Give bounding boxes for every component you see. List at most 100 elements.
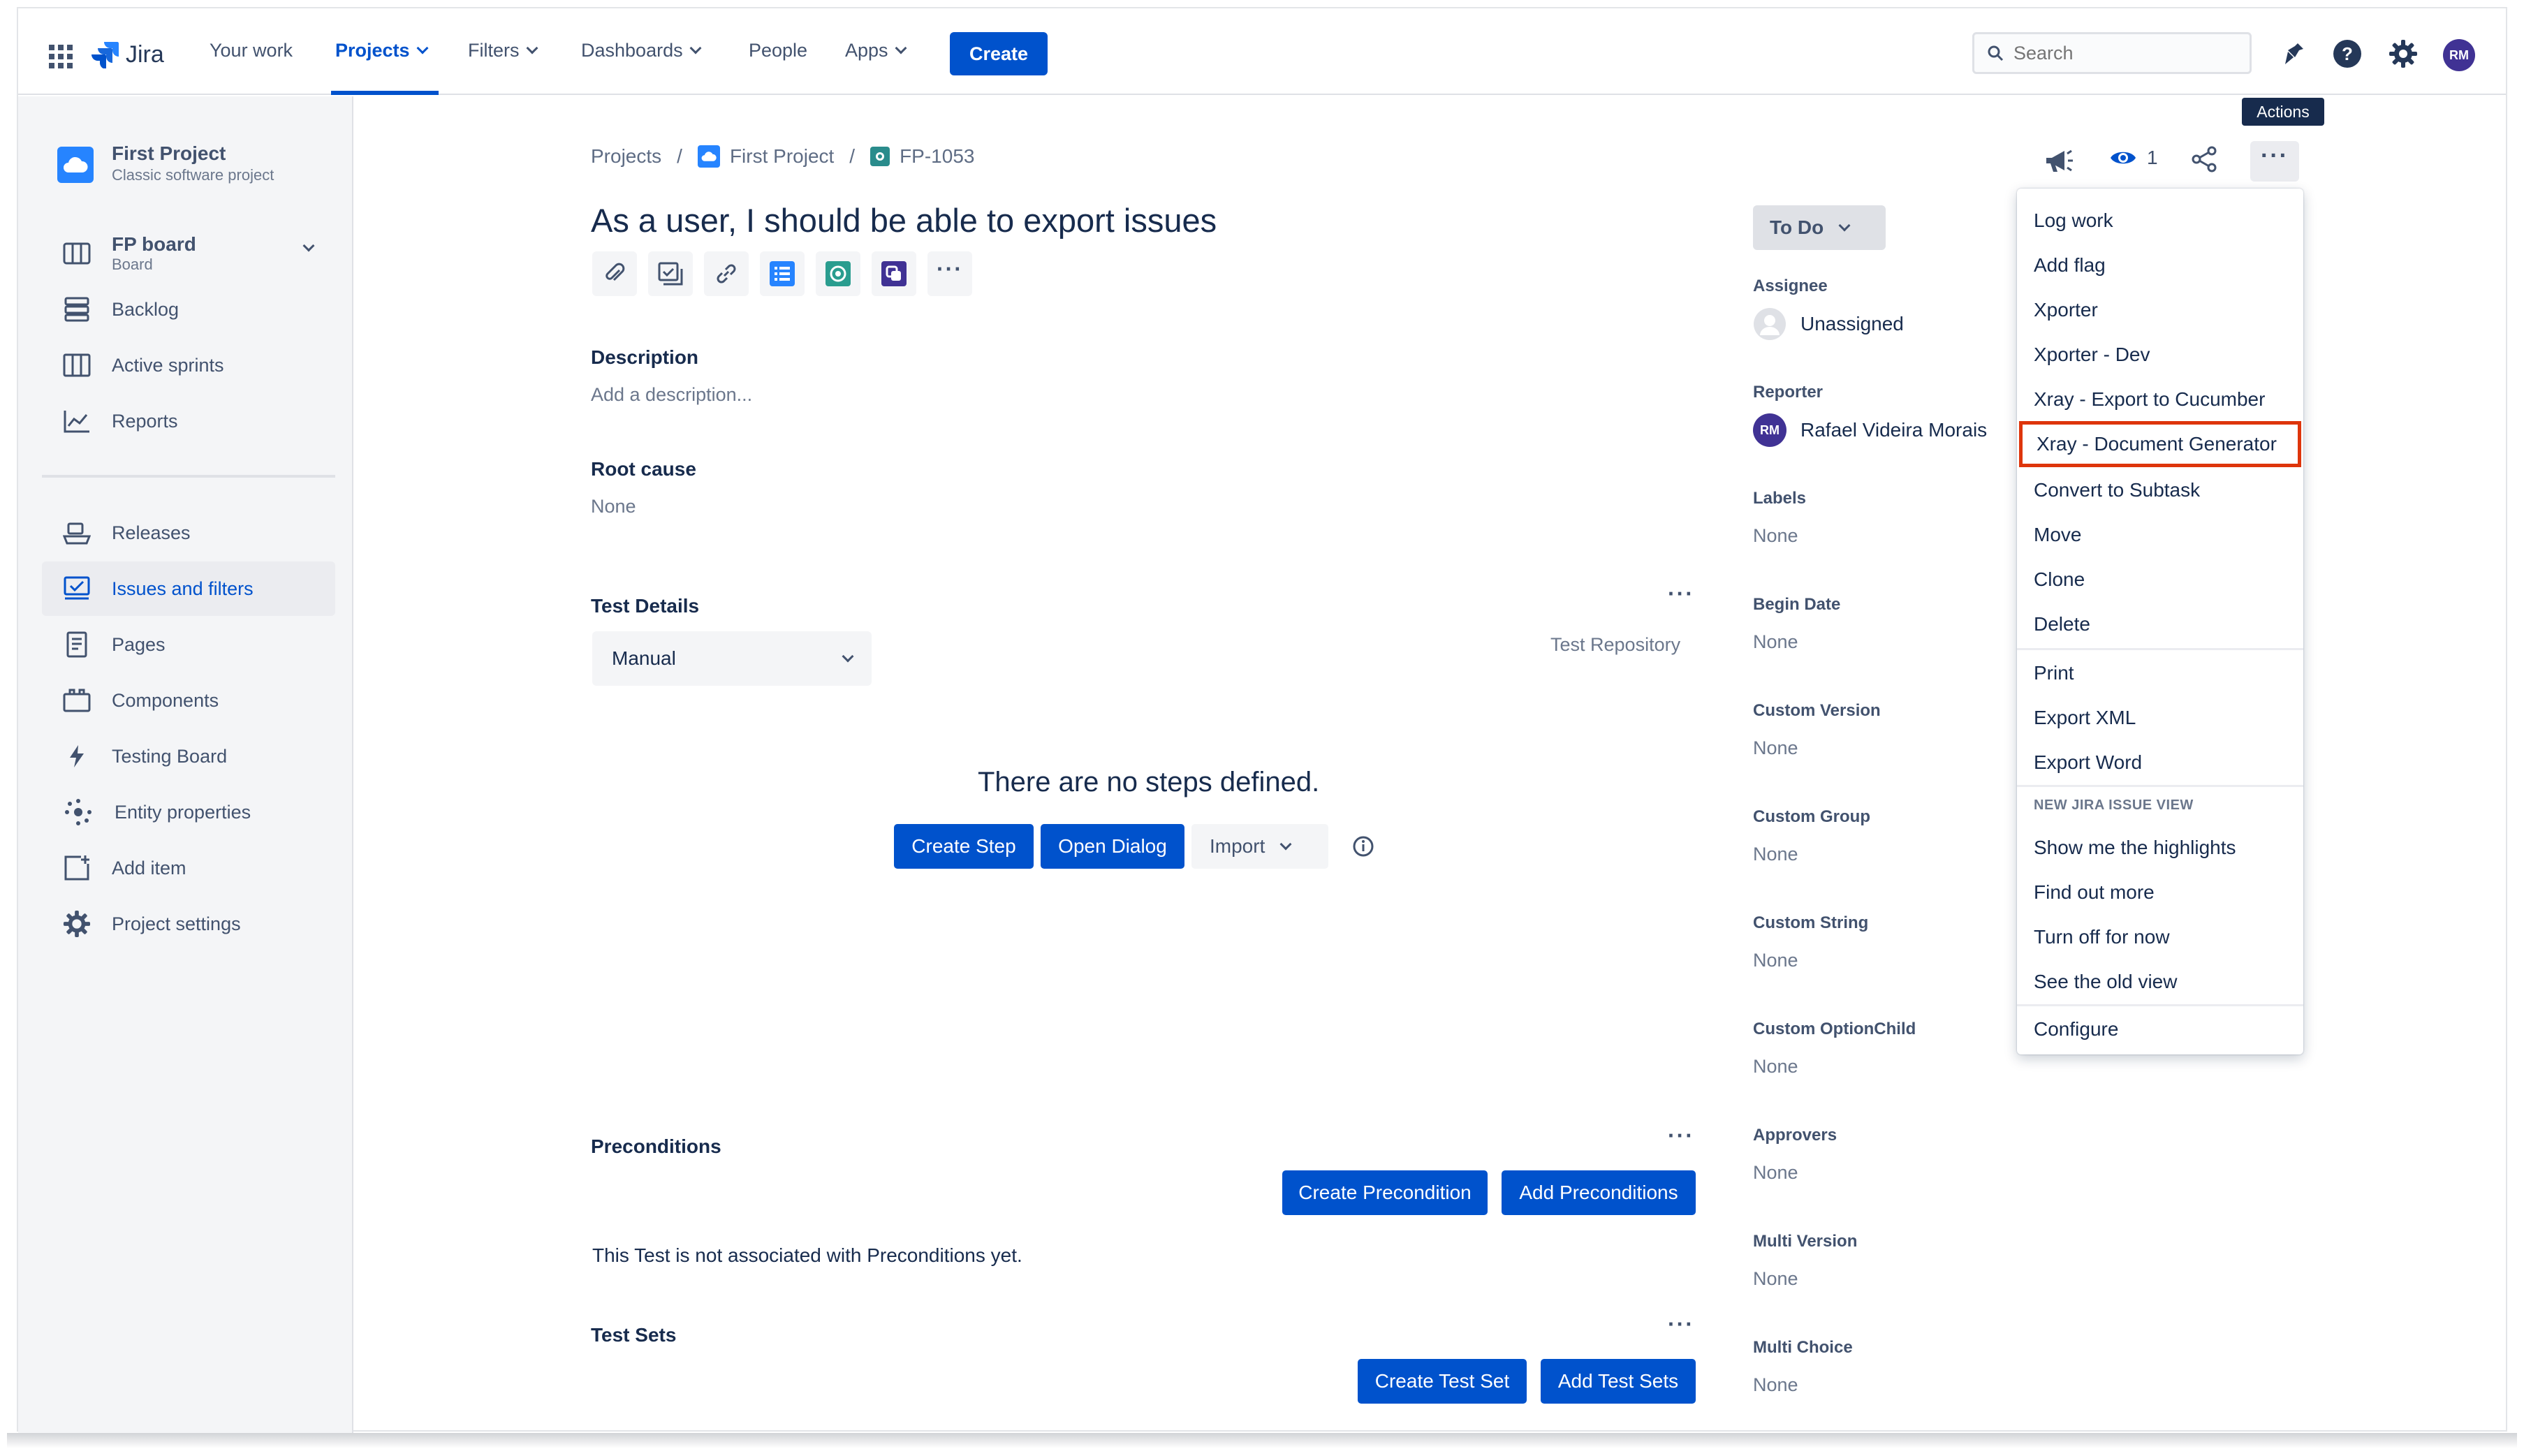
chevron-down-icon [1838, 219, 1851, 232]
board-switcher[interactable]: FP board Board [63, 233, 196, 274]
menu-item-see-old-view[interactable]: See the old view [2017, 959, 2303, 1004]
watch-button[interactable]: 1 [2109, 147, 2158, 169]
app-button-2[interactable] [816, 251, 860, 296]
eye-icon [2111, 152, 2136, 164]
menu-item-show-highlights[interactable]: Show me the highlights [2017, 825, 2303, 870]
create-precondition-button[interactable]: Create Precondition [1282, 1170, 1488, 1215]
nav-dashboards[interactable]: Dashboards [581, 35, 702, 66]
field-value-custom-string[interactable]: None [1753, 950, 1798, 971]
sidebar-item-components[interactable]: Components [42, 673, 335, 728]
nav-apps[interactable]: Apps [845, 35, 907, 66]
help-icon[interactable]: ? [2333, 39, 2362, 72]
menu-item-turn-off[interactable]: Turn off for now [2017, 915, 2303, 959]
add-subtask-button[interactable] [648, 251, 693, 296]
field-value-custom-optionchild[interactable]: None [1753, 1056, 1798, 1078]
sidebar-item-active-sprints[interactable]: Active sprints [42, 338, 335, 392]
link-issue-button[interactable] [704, 251, 749, 296]
status-dropdown[interactable]: To Do [1753, 205, 1886, 250]
sidebar-item-add-item[interactable]: Add item [42, 841, 335, 895]
field-value-labels[interactable]: None [1753, 525, 1798, 547]
more-icon: ··· [937, 256, 963, 281]
project-name[interactable]: First Project [112, 142, 226, 165]
menu-item-export-xml[interactable]: Export XML [2017, 696, 2303, 740]
search-input[interactable] [2013, 42, 2223, 64]
menu-item-configure[interactable]: Configure [2017, 1007, 2303, 1052]
menu-item-move[interactable]: Move [2017, 513, 2303, 557]
test-type-select[interactable]: Manual [592, 631, 872, 686]
breadcrumb-issue[interactable]: FP-1053 [870, 145, 974, 168]
menu-item-xray-document-generator[interactable]: Xray - Document Generator [2019, 421, 2301, 467]
more-apps-button[interactable]: ··· [927, 251, 972, 296]
issue-title[interactable]: As a user, I should be able to export is… [591, 201, 1217, 240]
sidebar-item-issues-and-filters[interactable]: Issues and filters [42, 561, 335, 616]
sidebar-item-entity-properties[interactable]: Entity properties [42, 785, 335, 839]
assignee-field[interactable]: Unassigned [1753, 307, 1904, 341]
sidebar-item-label: Testing Board [112, 745, 228, 767]
field-value-multi-version[interactable]: None [1753, 1268, 1798, 1290]
menu-item-export-word[interactable]: Export Word [2017, 740, 2303, 785]
create-step-button[interactable]: Create Step [894, 824, 1034, 869]
app-button-3[interactable] [872, 251, 916, 296]
sidebar-divider [42, 475, 335, 478]
attach-button[interactable] [592, 251, 637, 296]
sidebar-item-project-settings[interactable]: Project settings [42, 897, 335, 951]
user-avatar[interactable]: RM [2443, 39, 2475, 71]
description-field[interactable]: Add a description... [591, 384, 752, 406]
nav-filters[interactable]: Filters [468, 35, 538, 66]
search-field[interactable] [1972, 32, 2252, 74]
menu-item-delete[interactable]: Delete [2017, 602, 2303, 647]
reporter-field[interactable]: RM Rafael Videira Morais [1753, 413, 1987, 447]
import-dropdown[interactable]: Import [1191, 824, 1328, 869]
jira-logo[interactable]: Jira [91, 41, 164, 68]
sidebar-item-reports[interactable]: Reports [42, 394, 335, 448]
menu-item-print[interactable]: Print [2017, 651, 2303, 696]
app-switcher-icon[interactable] [49, 45, 73, 72]
feedback-megaphone-icon[interactable] [2044, 147, 2074, 178]
nav-your-work[interactable]: Your work [210, 35, 293, 66]
field-value-approvers[interactable]: None [1753, 1162, 1798, 1184]
share-icon[interactable] [2190, 145, 2218, 177]
sidebar-item-backlog[interactable]: Backlog [42, 282, 335, 337]
app-button-1[interactable] [760, 251, 805, 296]
field-value-custom-version[interactable]: None [1753, 737, 1798, 759]
menu-item-xporter-dev[interactable]: Xporter - Dev [2017, 332, 2303, 377]
preconditions-more-icon[interactable]: ··· [1668, 1123, 1694, 1149]
add-preconditions-button[interactable]: Add Preconditions [1502, 1170, 1696, 1215]
create-button[interactable]: Create [950, 32, 1048, 75]
notifications-icon[interactable] [2278, 39, 2306, 71]
nav-people[interactable]: People [749, 35, 807, 66]
menu-item-xporter[interactable]: Xporter [2017, 288, 2303, 332]
field-value-multi-choice[interactable]: None [1753, 1374, 1798, 1396]
settings-icon[interactable] [2389, 39, 2418, 72]
root-cause-value[interactable]: None [591, 496, 636, 517]
sidebar-item-testing-board[interactable]: Testing Board [42, 729, 335, 784]
sidebar-item-releases[interactable]: Releases [42, 506, 335, 560]
test-sets-more-icon[interactable]: ··· [1668, 1311, 1694, 1337]
menu-item-convert-to-subtask[interactable]: Convert to Subtask [2017, 468, 2303, 513]
pages-icon [66, 631, 87, 658]
info-icon[interactable] [1352, 835, 1374, 861]
menu-item-xray-export-cucumber[interactable]: Xray - Export to Cucumber [2017, 377, 2303, 422]
field-value-begin-date[interactable]: None [1753, 631, 1798, 653]
chevron-down-icon[interactable] [302, 240, 315, 252]
sidebar-item-pages[interactable]: Pages [42, 617, 335, 672]
breadcrumb-projects[interactable]: Projects [591, 145, 661, 168]
test-type-value: Manual [612, 647, 676, 669]
menu-item-log-work[interactable]: Log work [2017, 198, 2303, 243]
menu-item-add-flag[interactable]: Add flag [2017, 243, 2303, 288]
menu-item-find-out-more[interactable]: Find out more [2017, 870, 2303, 915]
breadcrumb-project[interactable]: First Project [697, 145, 834, 168]
description-label: Description [591, 346, 699, 368]
project-avatar-icon[interactable] [57, 147, 94, 183]
list-app-icon [770, 261, 795, 286]
test-repository-link[interactable]: Test Repository [1550, 634, 1680, 656]
nav-projects[interactable]: Projects [335, 35, 429, 66]
create-test-set-button[interactable]: Create Test Set [1358, 1359, 1527, 1404]
add-test-sets-button[interactable]: Add Test Sets [1541, 1359, 1696, 1404]
test-details-more-icon[interactable]: ··· [1668, 581, 1694, 607]
menu-item-clone[interactable]: Clone [2017, 557, 2303, 602]
chevron-down-icon [842, 650, 854, 663]
open-dialog-button[interactable]: Open Dialog [1041, 824, 1184, 869]
actions-button[interactable]: ··· [2250, 141, 2299, 182]
field-value-custom-group[interactable]: None [1753, 844, 1798, 865]
